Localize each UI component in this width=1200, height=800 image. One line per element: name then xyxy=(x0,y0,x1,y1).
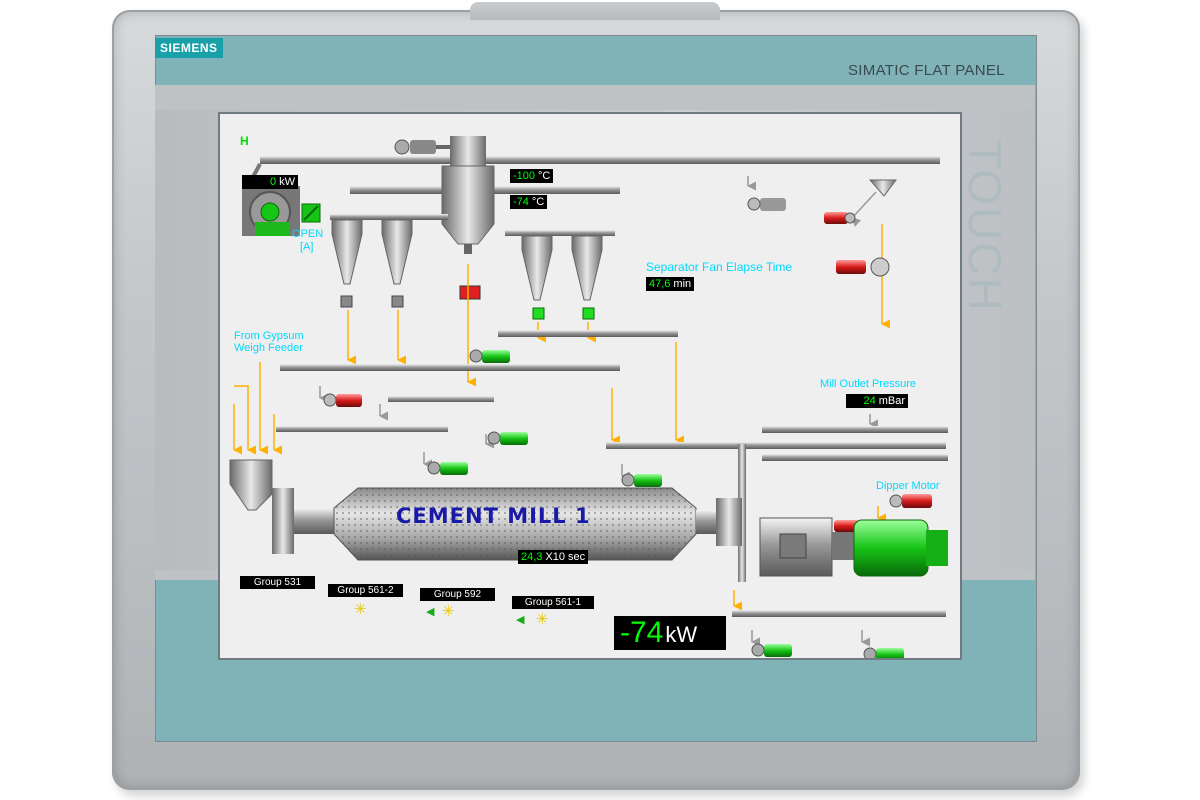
mill-speed-readout: 24,3 X10 sec xyxy=(518,550,589,564)
group-592-button[interactable]: Group 592 xyxy=(420,588,495,601)
mid-conveyors[interactable] xyxy=(276,330,948,617)
separator-hopper xyxy=(441,136,495,254)
top-motor[interactable] xyxy=(394,139,450,155)
dipper-motor-label: Dipper Motor xyxy=(876,480,940,492)
horn-icon: ◀ xyxy=(516,614,525,626)
brand-logo: SIEMENS xyxy=(155,38,223,58)
main-power-value: -74 xyxy=(620,616,664,649)
top-conveyor[interactable] xyxy=(246,156,940,194)
temperature-1-readout: -100 °C xyxy=(510,169,554,183)
mill-feed-hopper xyxy=(229,459,273,511)
gypsum-feeder-label-1: From Gypsum xyxy=(234,330,304,342)
main-power-unit: kW xyxy=(665,622,698,647)
header-mark: H xyxy=(240,134,249,148)
device-top-bump xyxy=(470,2,720,20)
fan-power-value: 0 xyxy=(269,176,277,188)
pressure-value: 24 xyxy=(863,395,876,407)
separator-time-value: 47,6 xyxy=(649,278,671,290)
gypsum-feeder-label-2: Weigh Feeder xyxy=(234,342,303,354)
mill-speed-unit: X10 sec xyxy=(545,551,586,563)
damper-mode-label: [A] xyxy=(300,241,314,253)
temperature-1-unit: °C xyxy=(538,170,551,182)
temperature-2-readout: -74 °C xyxy=(510,195,548,209)
group-561-1-button[interactable]: Group 561-1 xyxy=(512,596,594,609)
damper-state-label: OPEN xyxy=(292,228,324,240)
model-label: SIMATIC FLAT PANEL xyxy=(848,62,1005,79)
main-power-readout: -74kW xyxy=(614,616,726,650)
alarm-light-icon: ✳ xyxy=(442,603,455,620)
touch-label: TOUCH xyxy=(959,140,1011,313)
fan-power-readout: 0 kW xyxy=(242,175,298,189)
group-561-2-button[interactable]: Group 561-2 xyxy=(328,584,403,597)
hmi-screen[interactable]: H 0 kW OPEN [A] -100 °C -74 °C Separator Fa… xyxy=(218,112,962,660)
temperature-1-value: -100 xyxy=(513,170,536,182)
alarm-light-icon: ✳ xyxy=(354,601,367,618)
alarm-light-icon: ✳ xyxy=(536,611,549,628)
mill-outlet-pressure-label: Mill Outlet Pressure xyxy=(820,378,916,390)
horn-icon: ◀ xyxy=(426,606,435,618)
mill-title: CEMENT MILL 1 xyxy=(396,504,591,528)
fan-power-unit: kW xyxy=(279,176,295,188)
temperature-2-value: -74 xyxy=(513,196,529,208)
separator-time-unit: min xyxy=(673,278,692,290)
pressure-unit: mBar xyxy=(878,395,905,407)
separator-time-readout: 47,6 min xyxy=(646,277,695,291)
group-531-button[interactable]: Group 531 xyxy=(240,576,315,589)
separator-time-label: Separator Fan Elapse Time xyxy=(646,260,793,274)
mill-speed-value: 24,3 xyxy=(521,551,543,563)
mill-outlet-pressure-readout: 24 mBar xyxy=(846,394,908,408)
temperature-2-unit: °C xyxy=(531,196,545,208)
main-drive-motor[interactable] xyxy=(759,517,948,577)
